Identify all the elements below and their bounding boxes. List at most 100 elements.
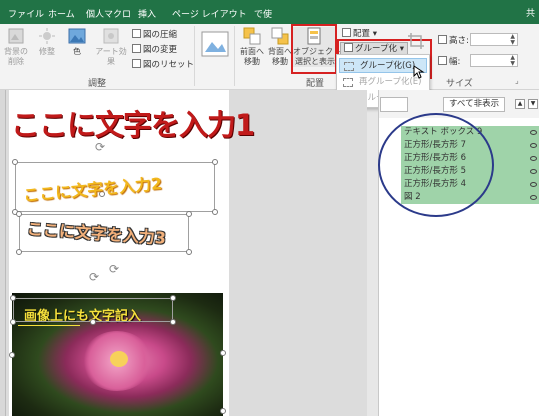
separator [194,26,195,86]
separator [234,26,235,86]
move-down-button[interactable]: ▼ [528,99,538,109]
selection-pane-toolbar: すべて非表示 ▲ ▼ [379,90,539,118]
color-button[interactable]: 色 [66,27,88,57]
annotation-circle [378,113,494,217]
show-all-button[interactable] [380,97,408,112]
resize-handle[interactable] [10,295,16,301]
tab-personal-macro[interactable]: 個人マクロ [86,7,131,20]
artistic-effects-label: アート効果 [95,47,127,66]
resize-handle[interactable] [16,249,22,255]
hide-all-button[interactable]: すべて非表示 [443,97,506,112]
compress-icon [132,29,141,38]
ribbon: 背景の 削除 修整 色 アート効果 図の圧縮 図の変更 図のリセット 調整 前面… [0,24,539,90]
crop-icon [408,33,424,49]
picture-color-icon [68,28,86,44]
ribbon-tab-bar: ファイル ホーム 個人マクロ 挿入 ページ レイアウト で使 共 [0,0,539,24]
artistic-effects-button[interactable]: アート効果 [94,27,128,67]
resize-handle[interactable] [220,408,226,414]
bring-forward-button[interactable]: 前面へ 移動 [238,27,266,67]
arrange-group-label: 配置 [306,79,325,89]
remove-background-icon [8,28,24,44]
resize-handle[interactable] [90,319,96,325]
resize-handle[interactable] [16,211,22,217]
resize-handle[interactable] [170,295,176,301]
tab-page-layout[interactable]: ページ レイアウト [172,7,247,20]
spin-arrows-icon: ▲ ▼ [510,54,515,67]
resize-handle[interactable] [9,352,15,358]
artistic-effects-icon [103,28,119,44]
resize-handle[interactable] [186,211,192,217]
width-icon [438,56,447,65]
eye-icon[interactable] [530,169,537,174]
reset-picture-button[interactable]: 図のリセット [132,58,194,70]
slide: ここに文字を入力1 ⟳ ここに文字を入力2 ここに文字を入力3 ⟳ ⟳ 画像上に… [9,90,255,416]
resize-handle[interactable] [12,159,18,165]
tab-insert[interactable]: 挿入 [138,7,156,20]
compress-pictures-button[interactable]: 図の圧縮 [132,28,177,40]
highlight-selection-pane [291,24,337,74]
width-input[interactable]: ▲ ▼ [470,54,518,67]
height-icon [438,35,447,44]
document-canvas: ここに文字を入力1 ⟳ ここに文字を入力2 ここに文字を入力3 ⟳ ⟳ 画像上に… [6,90,367,416]
eye-icon[interactable] [530,156,537,161]
chevron-down-icon: ▾ [370,29,377,39]
text-box-1[interactable]: ここに文字を入力1 [11,102,255,144]
change-picture-button[interactable]: 図の変更 [132,43,177,55]
resize-handle[interactable] [186,249,192,255]
regroup-icon [343,78,353,87]
remove-background-button[interactable]: 背景の 削除 [4,27,28,67]
send-backward-button[interactable]: 背面へ 移動 [266,27,294,67]
adjust-group-label: 調整 [88,79,107,89]
tab-home[interactable]: ホーム [48,7,75,20]
eye-icon[interactable] [530,130,537,135]
align-icon [342,28,351,37]
move-up-button[interactable]: ▲ [515,99,525,109]
width-label: 幅: [449,57,461,67]
compress-label: 図の圧縮 [143,30,178,40]
picture-style-icon [201,31,229,57]
align-button[interactable]: 配置 ▾ [342,27,377,39]
rotate-handle-icon[interactable]: ⟳ [89,270,99,284]
mouse-cursor-icon [413,65,425,79]
menu-item-label: グループ化(G) [360,61,416,71]
resize-handle[interactable] [212,209,218,215]
eye-icon[interactable] [530,195,537,200]
height-label: 高さ: [449,36,469,46]
remove-background-label: 背景の 削除 [4,47,28,66]
corrections-button[interactable]: 修整 [36,27,58,57]
height-label-wrap: 高さ: [438,34,469,46]
caption-underline [18,325,80,326]
share-button[interactable]: 共 [526,6,535,19]
tab-file[interactable]: ファイル [8,7,44,20]
bring-forward-label: 前面へ 移動 [240,47,264,66]
color-label: 色 [73,47,81,56]
group-icon [344,62,354,71]
sun-icon [39,28,55,44]
reset-picture-icon [132,59,141,68]
change-picture-icon [132,44,141,53]
tab-other[interactable]: で使 [254,7,272,20]
flower-center [110,351,128,367]
rotate-handle-icon[interactable]: ⟳ [95,140,105,154]
eye-icon[interactable] [530,143,537,148]
crop-button[interactable] [404,32,428,52]
rotate-handle-icon[interactable]: ⟳ [109,262,119,276]
dialog-launcher-icon[interactable]: ⌟ [515,76,519,85]
resize-handle[interactable] [10,319,16,325]
change-picture-label: 図の変更 [143,45,178,55]
corrections-label: 修整 [39,47,55,56]
bring-forward-icon [243,27,261,45]
send-backward-icon [271,27,289,45]
spin-arrows-icon: ▲ ▼ [510,33,515,46]
reset-picture-label: 図のリセット [143,60,195,70]
resize-handle[interactable] [170,319,176,325]
width-label-wrap: 幅: [438,55,460,67]
eye-icon[interactable] [530,182,537,187]
send-backward-label: 背面へ 移動 [268,47,292,66]
resize-handle[interactable] [212,159,218,165]
align-label: 配置 [353,29,371,39]
size-group-label: サイズ [446,79,473,89]
picture-styles-gallery[interactable] [200,30,230,61]
height-input[interactable]: ▲ ▼ [470,33,518,46]
resize-handle[interactable] [220,350,226,356]
